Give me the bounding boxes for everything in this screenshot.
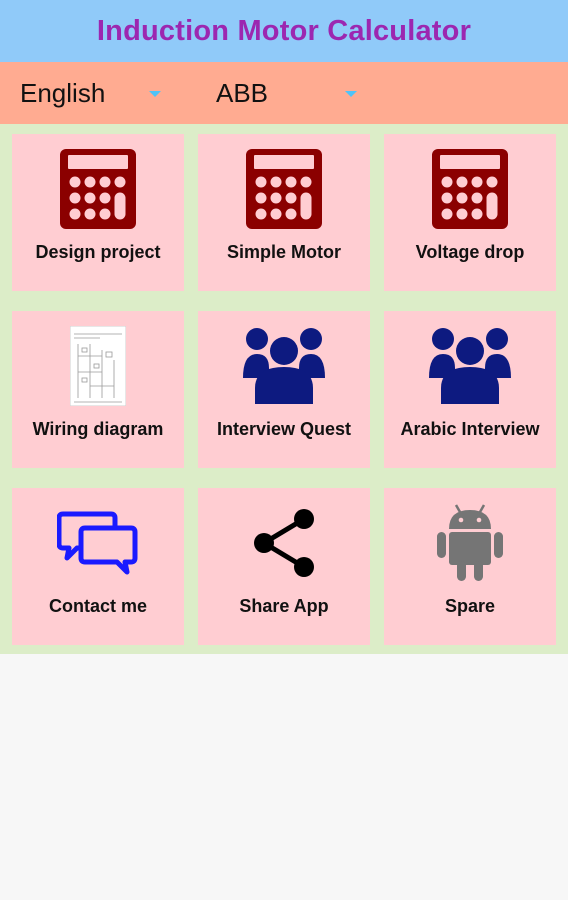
people-group-icon	[429, 328, 511, 404]
brand-value: ABB	[216, 77, 269, 108]
tile-label: Interview Quest	[216, 419, 352, 439]
tile-label: Wiring diagram	[32, 419, 164, 439]
dropdown-arrow-icon	[149, 91, 161, 97]
calculator-icon	[60, 149, 136, 229]
app-header: Induction Motor Calculator	[0, 0, 568, 62]
language-value: English	[20, 77, 106, 108]
tile-label: Arabic Interview	[400, 419, 540, 439]
tile-voltage-drop[interactable]: Voltage drop	[384, 134, 556, 291]
empty-content-area	[0, 654, 568, 900]
tile-spare[interactable]: Spare	[384, 488, 556, 645]
tile-arabic-interview[interactable]: Arabic Interview	[384, 311, 556, 468]
wiring-diagram-icon	[70, 326, 126, 406]
calculator-icon	[432, 149, 508, 229]
dropdown-arrow-icon	[345, 91, 357, 97]
menu-grid: Design project Simple Motor Voltage drop…	[0, 124, 568, 654]
tile-label: Simple Motor	[226, 242, 341, 262]
brand-dropdown[interactable]: ABB	[216, 62, 366, 124]
tile-simple-motor[interactable]: Simple Motor	[198, 134, 370, 291]
people-group-icon	[243, 328, 325, 404]
selector-bar: English ABB	[0, 62, 568, 124]
tile-interview-quest[interactable]: Interview Quest	[198, 311, 370, 468]
chat-bubbles-icon	[57, 511, 138, 575]
tile-contact-me[interactable]: Contact me	[12, 488, 184, 645]
app-title: Induction Motor Calculator	[96, 14, 472, 47]
tile-label: Contact me	[48, 596, 147, 616]
tile-label: Voltage drop	[415, 242, 525, 262]
tile-share-app[interactable]: Share App	[198, 488, 370, 645]
tile-design-project[interactable]: Design project	[12, 134, 184, 291]
calculator-icon	[246, 149, 322, 229]
tile-label: Design project	[35, 242, 161, 262]
tile-wiring-diagram[interactable]: Wiring diagram	[12, 311, 184, 468]
language-dropdown[interactable]: English	[20, 62, 170, 124]
tile-label: Share App	[239, 596, 329, 616]
android-icon	[437, 504, 503, 581]
tile-label: Spare	[444, 596, 496, 616]
share-icon	[254, 509, 314, 577]
